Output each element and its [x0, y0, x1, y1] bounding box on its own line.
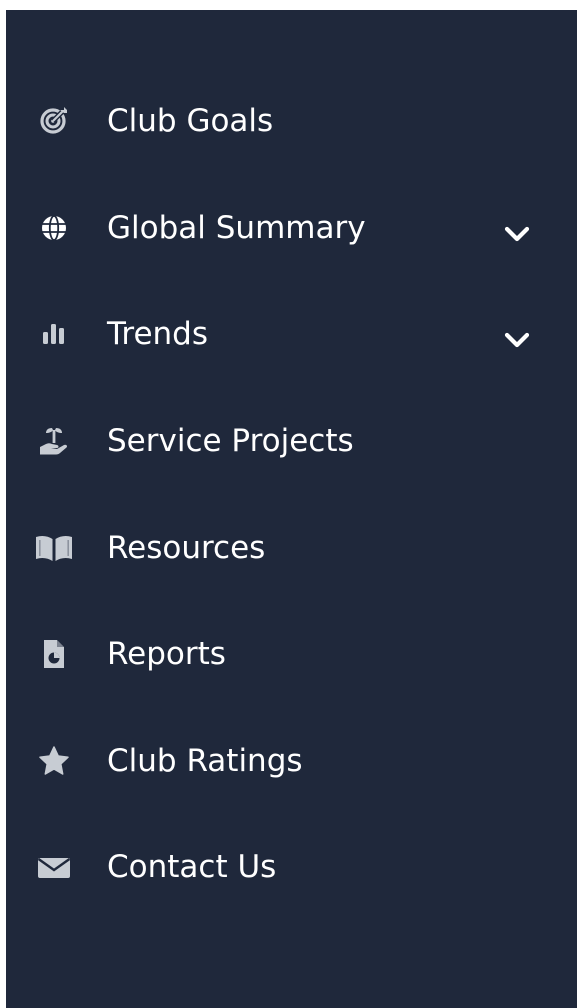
sidebar-item-global-summary[interactable]: Global Summary: [6, 175, 577, 282]
sidebar-item-reports[interactable]: Reports: [6, 601, 577, 708]
globe-icon: [34, 208, 74, 248]
sidebar-item-trends[interactable]: Trends: [6, 281, 577, 388]
sidebar-item-resources[interactable]: Resources: [6, 494, 577, 601]
target-icon: [34, 101, 74, 141]
sidebar-item-label: Trends: [107, 316, 208, 353]
sidebar-item-club-ratings[interactable]: Club Ratings: [6, 708, 577, 815]
sidebar-item-label: Resources: [107, 529, 266, 566]
sidebar-item-label: Club Goals: [107, 103, 274, 140]
sidebar-item-club-goals[interactable]: Club Goals: [6, 68, 577, 175]
sidebar-item-service-projects[interactable]: Service Projects: [6, 388, 577, 495]
sidebar-item-label: Contact Us: [107, 849, 277, 886]
sidebar-item-contact-us[interactable]: Contact Us: [6, 814, 577, 921]
sidebar: Club Goals Global Summary Trends Service…: [6, 10, 577, 1008]
seedling-hand-icon: [34, 421, 74, 461]
sidebar-item-label: Service Projects: [107, 423, 354, 460]
sidebar-item-label: Reports: [107, 636, 226, 673]
sidebar-item-label: Global Summary: [107, 209, 366, 246]
file-chart-icon: [34, 634, 74, 674]
chevron-down-icon[interactable]: [500, 323, 534, 357]
envelope-icon: [34, 847, 74, 887]
nav-list: Club Goals Global Summary Trends Service…: [6, 68, 577, 921]
bar-chart-icon: [34, 314, 74, 354]
sidebar-item-label: Club Ratings: [107, 742, 303, 779]
book-open-icon: [34, 528, 74, 568]
star-icon: [34, 741, 74, 781]
chevron-down-icon[interactable]: [500, 217, 534, 251]
